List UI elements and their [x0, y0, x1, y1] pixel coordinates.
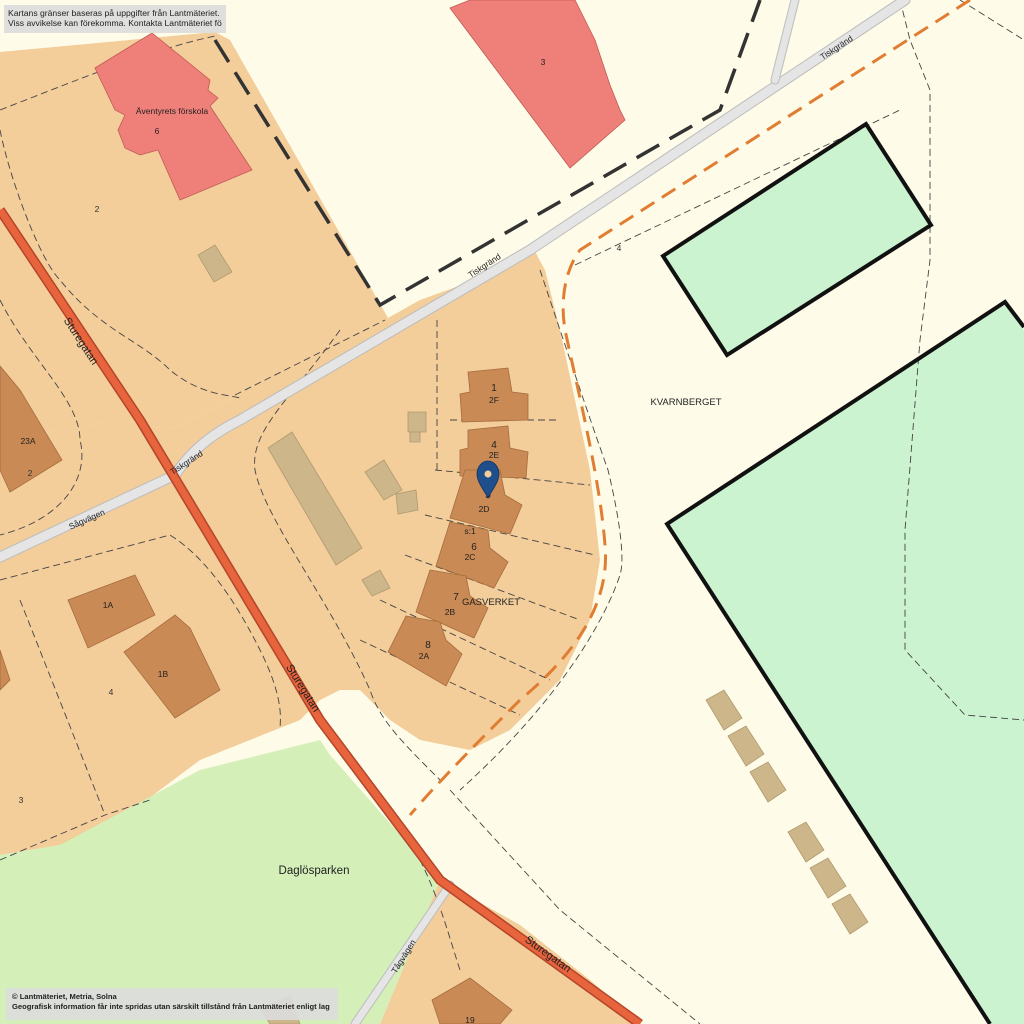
map-canvas[interactable]: 1 2F 4 2E 5 2D s:1 6 2C 7 2B 8 2A 1A 1B …: [0, 0, 1024, 1024]
map-notice-box: Kartans gränser baseras på uppgifter frå…: [4, 5, 226, 33]
school-building-number: 6: [155, 126, 160, 136]
map-notice-line-1: Kartans gränser baseras på uppgifter frå…: [8, 8, 220, 18]
building-address-2c: 2C: [465, 552, 476, 562]
building-number-1: 1: [491, 383, 497, 394]
parcel-number-3-left: 3: [19, 795, 24, 805]
red-building-number-3: 3: [541, 57, 546, 67]
building-sub-label: s:1: [464, 526, 476, 536]
building-address-2b: 2B: [445, 607, 456, 617]
building-number-19: 19: [465, 1015, 475, 1024]
school-name-label: Äventyrets förskola: [136, 106, 209, 116]
park-label-daglosparken: Daglösparken: [279, 865, 350, 877]
building-address-2d: 2D: [479, 504, 490, 514]
building-number-7: 7: [453, 592, 459, 603]
parcel-number-2-left: 2: [28, 468, 33, 478]
building-number-23a: 23A: [20, 436, 35, 446]
building-number-8: 8: [425, 640, 431, 651]
building-address-2a: 2A: [419, 651, 430, 661]
area-label-gasverket: GASVERKET: [462, 597, 520, 608]
building-number-1a: 1A: [103, 600, 114, 610]
copyright-line-1: © Lantmäteriet, Metria, Solna: [12, 992, 117, 1001]
building-number-1b: 1B: [158, 669, 169, 679]
parcel-number-2-top: 2: [95, 204, 100, 214]
area-label-kvarnberget: KVARNBERGET: [650, 397, 721, 408]
map-notice-line-2: Viss avvikelse kan förekomma. Kontakta L…: [8, 18, 222, 28]
parcel-number-4-left: 4: [109, 687, 114, 697]
building-address-2f: 2F: [489, 395, 499, 405]
building-address-2e: 2E: [489, 450, 500, 460]
map-copyright-box: © Lantmäteriet, Metria, Solna Geografisk…: [6, 988, 338, 1020]
copyright-line-2: Geografisk information får inte spridas …: [12, 1001, 332, 1011]
parcel-number-4-east: 4: [617, 243, 622, 253]
